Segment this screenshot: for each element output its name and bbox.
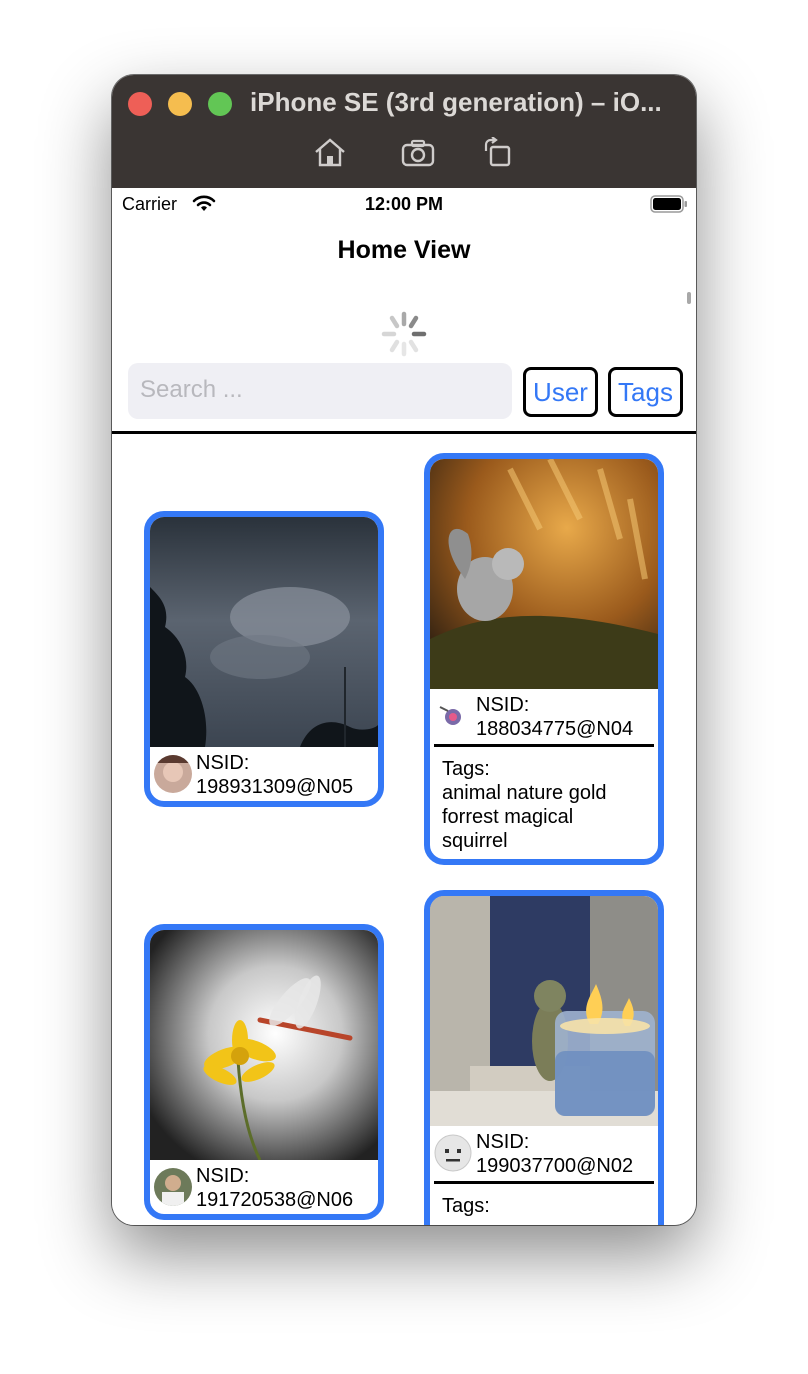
photo-image [150,517,378,747]
user-filter-button[interactable]: User [523,367,598,417]
photo-image [430,459,658,689]
simulator-window: iPhone SE (3rd generation) – iO... Carri… [112,75,696,1225]
scroll-indicator[interactable] [687,292,691,304]
simulator-titlebar: iPhone SE (3rd generation) – iO... [112,75,696,188]
status-time: 12:00 PM [364,194,444,214]
tags-label: Tags: [442,1195,490,1217]
card-separator [434,744,654,747]
photo-card[interactable]: NSID: 198931309@N05 [144,511,384,807]
avatar [434,1134,472,1172]
nsid-label: NSID: [196,1165,250,1187]
card-separator [434,1181,654,1184]
page-title: Home View [337,236,471,264]
home-icon[interactable] [313,137,347,167]
nsid-label: NSID: [476,694,530,716]
close-window-button[interactable] [128,92,152,116]
loading-spinner-icon [381,311,427,357]
photo-card[interactable]: NSID: 188034775@N04 Tags: animal nature … [424,453,664,865]
photo-card[interactable]: NSID: 199037700@N02 Tags: [424,890,664,1225]
status-bar: Carrier 12:00 PM [112,188,696,220]
photo-image [150,930,378,1160]
nsid-value: 188034775@N04 [476,718,634,740]
nsid-value: 191720538@N06 [196,1189,354,1211]
photo-image [430,896,658,1126]
avatar [154,1168,192,1206]
header-divider [112,431,696,434]
tags-list: animal nature gold forrest magical squir… [442,782,607,852]
tags-label: Tags: [442,758,490,780]
photo-card[interactable]: NSID: 191720538@N06 [144,924,384,1220]
rotate-icon[interactable] [481,137,515,167]
avatar [434,697,472,735]
nsid-label: NSID: [196,752,250,774]
screenshot-icon[interactable] [401,137,435,167]
zoom-window-button[interactable] [208,92,232,116]
nsid-value: 198931309@N05 [196,776,354,798]
battery-icon [650,195,687,213]
avatar [154,755,192,793]
minimize-window-button[interactable] [168,92,192,116]
nsid-label: NSID: [476,1131,530,1153]
window-title: iPhone SE (3rd generation) – iO... [250,87,662,117]
device-screen: Carrier 12:00 PM Home View Search ... Us… [112,188,696,1225]
nsid-value: 199037700@N02 [476,1155,634,1177]
tags-filter-button[interactable]: Tags [608,367,683,417]
search-input[interactable]: Search ... [128,363,512,419]
